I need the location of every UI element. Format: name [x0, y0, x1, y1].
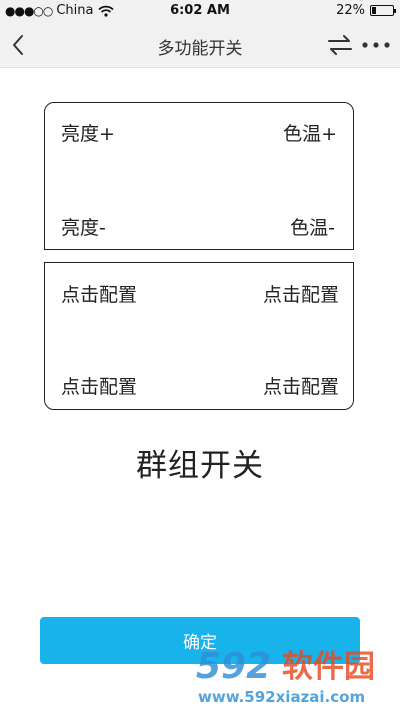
status-right: 22%: [336, 3, 396, 18]
group-switch-title: 群组开关: [136, 448, 264, 484]
configure-button-top-right[interactable]: 点击配置: [263, 280, 339, 307]
battery-icon: [370, 5, 396, 16]
more-dots-icon: [362, 42, 390, 48]
configure-button-bottom-left[interactable]: 点击配置: [61, 372, 137, 399]
switch-card-top: 亮度+ 色温+ 亮度- 色温-: [44, 102, 354, 250]
svg-text:www.592xiazai.com: www.592xiazai.com: [198, 688, 365, 706]
status-bar: ●●●○○ China 6:02 AM 22%: [0, 0, 400, 22]
color-temp-down-button[interactable]: 色温-: [290, 213, 335, 240]
switch-card-bottom: 点击配置 点击配置 点击配置 点击配置: [44, 262, 354, 410]
more-button[interactable]: [360, 34, 392, 56]
navigation-bar: 多功能开关: [0, 22, 400, 68]
battery-percent: 22%: [336, 3, 365, 18]
swap-arrows-icon: [328, 35, 352, 55]
battery-level: [372, 7, 376, 14]
svg-text:软件园: 软件园: [282, 649, 375, 685]
configure-button-bottom-right[interactable]: 点击配置: [263, 372, 339, 399]
color-temp-up-button[interactable]: 色温+: [283, 119, 337, 146]
swap-button[interactable]: [326, 34, 354, 56]
svg-text:592: 592: [196, 646, 271, 687]
site-watermark-logo: 592 软件园 www.592xiazai.com: [196, 646, 375, 706]
brightness-down-button[interactable]: 亮度-: [61, 213, 106, 240]
brightness-up-button[interactable]: 亮度+: [61, 119, 115, 146]
configure-button-top-left[interactable]: 点击配置: [61, 280, 137, 307]
